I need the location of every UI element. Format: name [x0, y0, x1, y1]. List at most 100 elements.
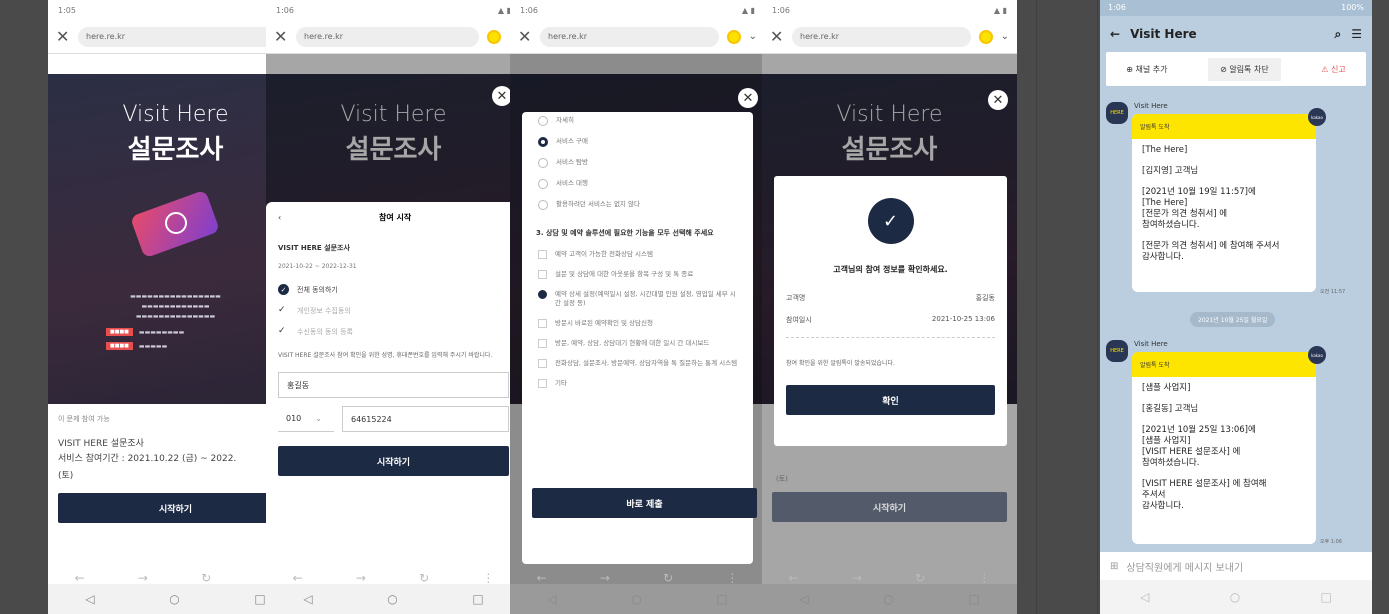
- checkbox-option[interactable]: 예약 고객이 가능한 전화상담 시스템: [538, 250, 739, 259]
- message-header: 알림톡 도착: [1132, 352, 1316, 377]
- chevron-down-icon[interactable]: ⌄: [749, 31, 757, 42]
- refresh-icon[interactable]: ↻: [201, 571, 211, 585]
- back-nav-icon[interactable]: ◁: [85, 592, 94, 606]
- checkbox-option[interactable]: 기타: [538, 379, 739, 388]
- back-icon[interactable]: ←: [75, 571, 85, 585]
- close-icon[interactable]: ✕: [492, 86, 512, 106]
- recent-nav-icon[interactable]: □: [716, 592, 727, 606]
- channel-avatar[interactable]: HERE: [1106, 102, 1128, 124]
- checkbox-option[interactable]: 방문시 바로된 예약확인 및 상담신청: [538, 319, 739, 328]
- phone-field[interactable]: 64615224: [342, 406, 509, 432]
- confirm-title: 고객님의 참여 정보를 확인하세요.: [833, 265, 948, 274]
- chat-title: Visit Here: [1130, 27, 1197, 41]
- checkbox-option[interactable]: 전화상담, 설문조사, 방문예약, 상담자역을 톡 질문하는 통계 시스템: [538, 359, 739, 368]
- home-nav-icon[interactable]: ○: [387, 592, 397, 606]
- back-nav-icon[interactable]: ◁: [547, 592, 556, 606]
- radio-option[interactable]: 서비스 대행: [538, 179, 739, 189]
- hero-subtitle: 설문조사: [127, 135, 224, 165]
- refresh-icon[interactable]: ↻: [419, 571, 429, 585]
- submit-button[interactable]: 바로 제출: [532, 488, 757, 518]
- back-icon[interactable]: ←: [293, 571, 303, 585]
- chat-header: ← Visit Here ⌕ ☰: [1100, 16, 1372, 52]
- recent-nav-icon[interactable]: □: [968, 592, 979, 606]
- search-icon[interactable]: ⌕: [1335, 27, 1342, 42]
- checkbox-option[interactable]: 예약 상세 설정(예약일시 설정, 시간대별 인원 설정, 영업일 세부 시간 …: [538, 290, 739, 308]
- name-field[interactable]: 홍길동: [278, 372, 509, 398]
- forward-icon[interactable]: →: [600, 571, 610, 585]
- address-field[interactable]: here.re.kr: [792, 26, 971, 47]
- more-icon[interactable]: ⋮: [482, 571, 494, 585]
- recent-nav-icon[interactable]: □: [254, 592, 265, 606]
- forward-icon[interactable]: →: [356, 571, 366, 585]
- close-icon[interactable]: ✕: [518, 27, 532, 46]
- agree-row-2[interactable]: ✓ 수신동의 동의 등록: [278, 326, 509, 337]
- close-icon[interactable]: ✕: [274, 27, 288, 46]
- more-icon[interactable]: ⋮: [726, 571, 738, 585]
- checkbox-option[interactable]: 방문, 예약, 상담, 상담대기 현황에 대한 일시 간 대시보드: [538, 339, 739, 348]
- url-bar: ✕ here.re.kr ⌄: [510, 20, 765, 54]
- confirm-button[interactable]: 확인: [786, 385, 995, 415]
- address-field[interactable]: here.re.kr: [540, 26, 719, 47]
- option-label: 예약 상세 설정(예약일시 설정, 시간대별 인원 설정, 영업일 세부 시간 …: [555, 290, 736, 307]
- back-nav-icon[interactable]: ◁: [1140, 590, 1149, 604]
- agree-all-row[interactable]: ✓ 전체 동의하기: [278, 284, 509, 295]
- recent-nav-icon[interactable]: □: [1321, 590, 1332, 604]
- close-icon[interactable]: ✕: [738, 88, 758, 108]
- address-field[interactable]: here.re.kr: [78, 26, 295, 47]
- info-row-name: 고객명 홍길동: [786, 293, 995, 303]
- home-nav-icon[interactable]: ○: [169, 592, 179, 606]
- radio-option[interactable]: 서비스 구매: [538, 137, 739, 147]
- refresh-icon[interactable]: ↻: [915, 571, 925, 585]
- kakao-icon[interactable]: [487, 29, 501, 44]
- radio-option[interactable]: 자세히: [538, 116, 739, 126]
- status-time: 1:06: [520, 6, 538, 15]
- hero-title: Visit Here: [122, 102, 229, 127]
- checkbox-icon: [538, 359, 547, 368]
- checkbox-option[interactable]: 설문 및 상담에 대한 아웃룻을 항목 구성 및 톡 종료: [538, 270, 739, 279]
- question-title: 3. 상담 및 예약 솔루션에 필요한 기능을 모두 선택해 주세요: [536, 229, 714, 237]
- message-input[interactable]: 상담직원에게 메시지 보내기: [1126, 559, 1243, 574]
- back-nav-icon[interactable]: ◁: [303, 592, 312, 606]
- back-icon[interactable]: ←: [537, 571, 547, 585]
- home-nav-icon[interactable]: ○: [883, 592, 893, 606]
- chevron-down-icon[interactable]: ⌄: [1001, 31, 1009, 42]
- radio-icon: [538, 179, 548, 189]
- report-button[interactable]: ⚠ 신고: [1321, 64, 1345, 75]
- back-icon[interactable]: ←: [789, 571, 799, 585]
- menu-icon[interactable]: ☰: [1351, 27, 1362, 41]
- start-button[interactable]: 시작하기: [58, 493, 293, 523]
- kakao-icon[interactable]: [726, 29, 741, 44]
- date-divider: 2021년 10월 25일 월요일: [1190, 312, 1276, 327]
- start-button[interactable]: 시작하기: [278, 446, 509, 476]
- back-arrow-icon[interactable]: ←: [1110, 27, 1120, 41]
- radio-option[interactable]: 서비스 탐방: [538, 158, 739, 168]
- close-icon[interactable]: ✕: [988, 90, 1008, 110]
- radio-option[interactable]: 활용하려던 서비스는 없지 않다: [538, 200, 739, 210]
- agree-row-1[interactable]: ✓ 개인정보 수집동의: [278, 305, 509, 316]
- forward-icon[interactable]: →: [852, 571, 862, 585]
- agree-all-label: 전체 동의하기: [297, 285, 338, 294]
- forward-icon[interactable]: →: [138, 571, 148, 585]
- channel-avatar[interactable]: HERE: [1106, 340, 1128, 362]
- home-nav-icon[interactable]: ○: [1230, 590, 1240, 604]
- refresh-icon[interactable]: ↻: [663, 571, 673, 585]
- home-nav-icon[interactable]: ○: [631, 592, 641, 606]
- option-label: 활용하려던 서비스는 없지 않다: [556, 200, 640, 208]
- phone-prefix-select[interactable]: 010 ⌄: [278, 406, 334, 432]
- system-nav: ◁ ○ □: [48, 584, 303, 614]
- kakao-icon[interactable]: [978, 29, 993, 44]
- address-field[interactable]: here.re.kr: [296, 26, 479, 47]
- recent-nav-icon[interactable]: □: [472, 592, 483, 606]
- back-nav-icon[interactable]: ◁: [799, 592, 808, 606]
- start-button[interactable]: 시작하기: [772, 492, 1007, 522]
- message-line: [홍길동] 고객님: [1142, 404, 1199, 414]
- message-sender: Visit Here: [1134, 102, 1168, 110]
- close-icon[interactable]: ✕: [770, 27, 784, 46]
- close-icon[interactable]: ✕: [56, 27, 70, 46]
- block-button[interactable]: ⊘ 알림톡 차단: [1208, 57, 1281, 81]
- plus-icon[interactable]: ⊞: [1110, 561, 1118, 572]
- check-circle-icon: ✓: [867, 198, 914, 244]
- add-channel-button[interactable]: ⊕ 채널 추가: [1126, 64, 1167, 75]
- more-icon[interactable]: ⋮: [978, 571, 990, 585]
- phone-illustration: [121, 189, 231, 272]
